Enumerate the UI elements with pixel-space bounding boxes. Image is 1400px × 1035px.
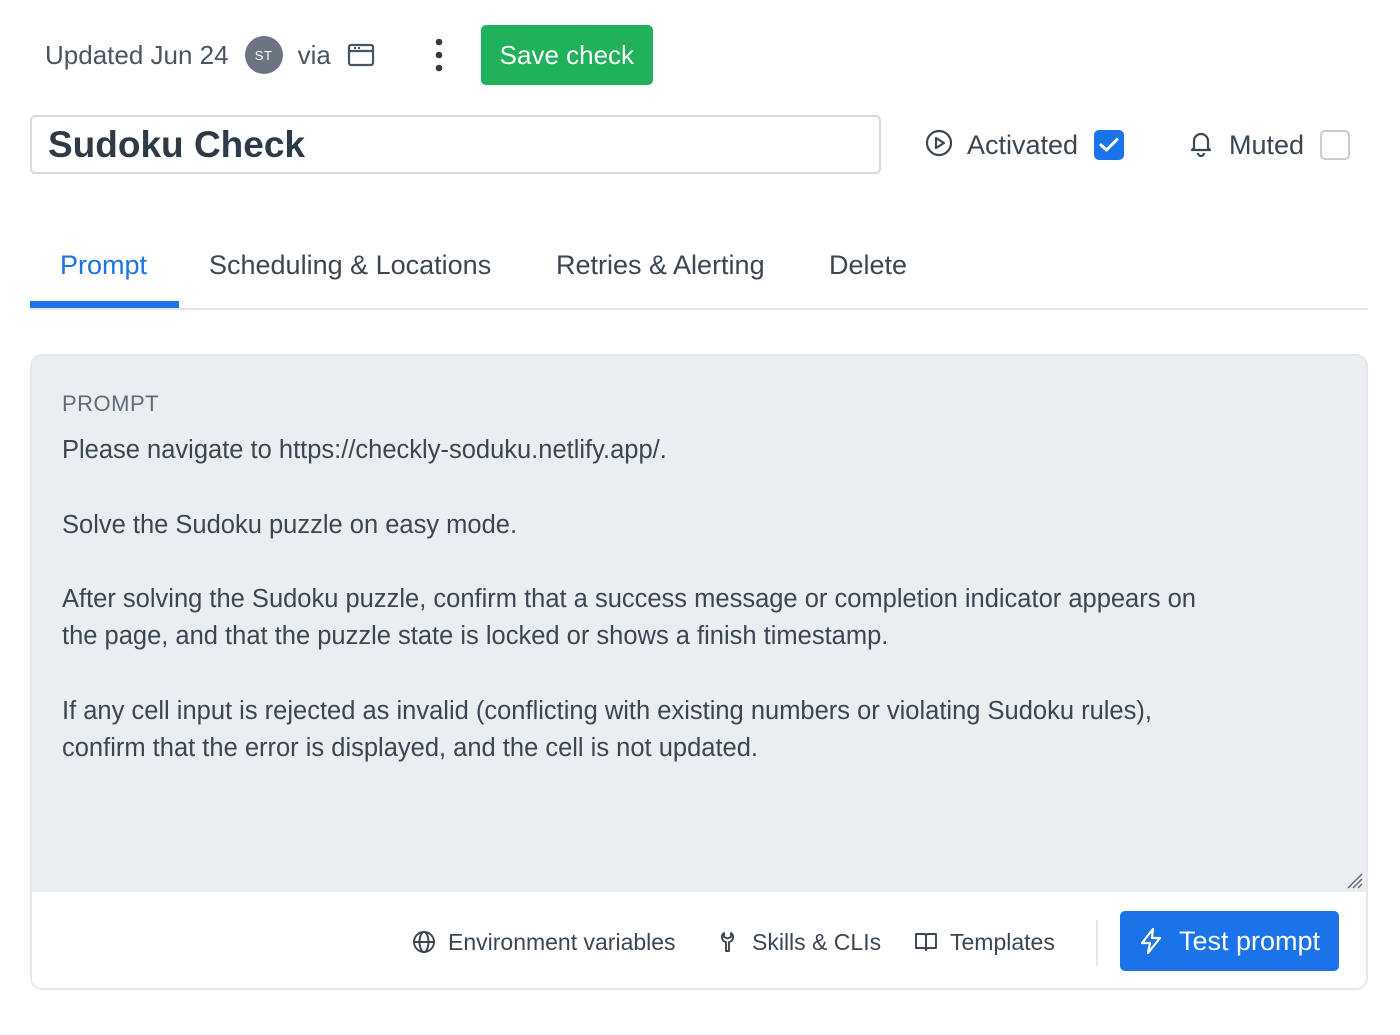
prompt-line xyxy=(62,469,1322,506)
environment-variables-label: Environment variables xyxy=(448,928,676,955)
tab-retries-alerting[interactable]: Retries & Alerting xyxy=(556,226,765,310)
prompt-line: confirm that the error is displayed, and… xyxy=(62,734,758,763)
test-prompt-button[interactable]: Test prompt xyxy=(1120,911,1339,971)
muted-checkbox[interactable] xyxy=(1320,130,1351,160)
muted-toggle[interactable]: Muted xyxy=(1187,127,1351,163)
checkmark-icon xyxy=(1099,138,1119,152)
prompt-line: Please navigate to https://checkly-soduk… xyxy=(62,436,667,464)
activated-checkbox[interactable] xyxy=(1094,130,1125,160)
skills-clis-button[interactable]: Skills & CLIs xyxy=(718,892,882,988)
prompt-line: Solve the Sudoku puzzle on easy mode. xyxy=(62,510,518,539)
check-name-input[interactable] xyxy=(30,115,881,174)
prompt-panel: PROMPT Please navigate to https://checkl… xyxy=(30,354,1368,990)
environment-variables-button[interactable]: Environment variables xyxy=(412,892,676,988)
tab-scheduling-locations[interactable]: Scheduling & Locations xyxy=(209,226,491,310)
prompt-line: the page, and that the puzzle state is l… xyxy=(62,622,889,651)
prompt-line xyxy=(62,656,1322,693)
updated-timestamp: Updated Jun 24 xyxy=(45,39,229,70)
browser-window-icon xyxy=(347,43,375,67)
via-label: via xyxy=(297,39,331,70)
prompt-line: If any cell input is rejected as invalid… xyxy=(62,697,1152,726)
prompt-section-title: PROMPT xyxy=(62,391,160,416)
prompt-line xyxy=(62,544,1322,581)
test-prompt-label: Test prompt xyxy=(1178,925,1321,956)
user-avatar[interactable]: ST xyxy=(244,36,283,74)
active-tab-indicator xyxy=(30,301,179,308)
globe-icon xyxy=(413,931,435,953)
wrench-icon xyxy=(720,932,735,952)
tab-delete[interactable]: Delete xyxy=(829,226,907,310)
check-header-bar: Updated Jun 24 ST via Save check xyxy=(45,25,653,85)
check-tabs: Prompt Scheduling & Locations Retries & … xyxy=(30,226,1368,310)
save-check-button[interactable]: Save check xyxy=(480,25,653,85)
prompt-textarea[interactable]: PROMPT Please navigate to https://checkl… xyxy=(32,356,1366,892)
activated-label: Activated xyxy=(967,129,1079,160)
skills-clis-label: Skills & CLIs xyxy=(752,928,882,955)
resize-handle-icon[interactable] xyxy=(1344,870,1364,890)
templates-label: Templates xyxy=(950,928,1055,955)
prompt-text[interactable]: Please navigate to https://checkly-soduk… xyxy=(62,432,1322,768)
tab-prompt[interactable]: Prompt xyxy=(60,226,147,310)
activated-toggle[interactable]: Activated xyxy=(925,127,1125,163)
prompt-line: After solving the Sudoku puzzle, confirm… xyxy=(62,585,1196,614)
more-options-icon[interactable] xyxy=(427,35,451,75)
muted-label: Muted xyxy=(1229,129,1305,160)
lightning-bolt-icon xyxy=(1140,927,1162,955)
book-open-icon xyxy=(915,933,937,951)
bell-icon xyxy=(1187,129,1215,162)
templates-button[interactable]: Templates xyxy=(914,892,1055,988)
toolbar-divider xyxy=(1096,920,1098,966)
prompt-toolbar: Environment variables Skills & CLIs Temp… xyxy=(32,892,1366,988)
play-circle-icon xyxy=(925,129,953,162)
